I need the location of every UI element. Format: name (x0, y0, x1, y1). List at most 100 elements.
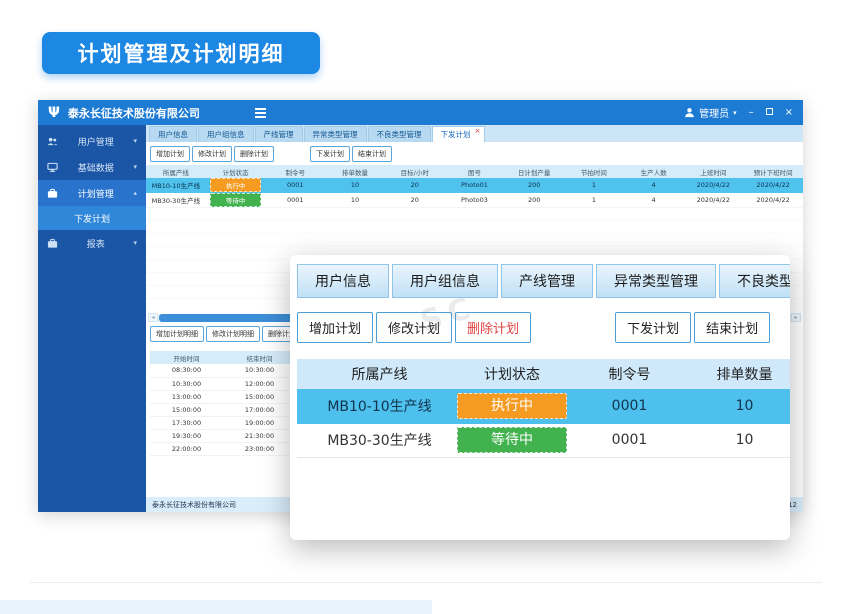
plan-toolbar: 增加计划 修改计划 删除计划 下发计划 结束计划 (146, 142, 803, 165)
column-header: 排单数量 (687, 359, 790, 389)
cell-start-time: 08:30:00 (150, 364, 223, 377)
cell-workers: 4 (624, 193, 684, 208)
page: 计划管理及计划明细 Ψ 泰永长征技术股份有限公司 管理员 ▾ – × (0, 0, 860, 614)
tab-defect-type[interactable]: 不良类型管理 (368, 126, 431, 142)
dispatch-plan-button[interactable]: 下发计划 (310, 146, 350, 162)
table-row[interactable]: 15:00:00 17:00:00 (150, 403, 296, 416)
chevron-down-icon: ▾ (133, 163, 137, 171)
footer-company: 泰永长征技术股份有限公司 (152, 500, 236, 510)
add-plan-detail-button[interactable]: 增加计划明细 (150, 326, 204, 342)
sidebar-item-label: 计划管理 (63, 187, 128, 200)
cell-daily-output: 200 (504, 178, 564, 193)
cell-shift-start: 2020/4/22 (683, 178, 743, 193)
table-row-selected[interactable]: MB10-10生产线 执行中 0001 10 (297, 389, 790, 423)
tab-exception-type[interactable]: 异常类型管理 (304, 126, 367, 142)
status-badge-running: 执行中 (457, 393, 567, 419)
zoom-overlay-panel: SC 用户信息 用户组信息 产线管理 异常类型管理 不良类型管理 增加计划 修改… (290, 255, 790, 540)
cell-end-time: 19:00:00 (223, 416, 296, 429)
cell-workers: 4 (624, 178, 684, 193)
sidebar: 用户管理 ▾ 基础数据 ▾ 计划管理 ▴ 下发计划 (38, 125, 146, 512)
overlay-tab-exception-type[interactable]: 异常类型管理 (596, 264, 716, 298)
table-row[interactable]: 17:30:00 19:00:00 (150, 416, 296, 429)
overlay-add-plan-button[interactable]: 增加计划 (297, 312, 373, 343)
sidebar-item-label: 基础数据 (63, 161, 128, 174)
cell-shift-end: 2020/4/22 (743, 178, 803, 193)
chevron-up-icon: ▴ (133, 189, 137, 197)
empty-row (146, 208, 803, 221)
tab-line-management[interactable]: 产线管理 (255, 126, 303, 142)
column-header: 上班时间 (683, 165, 743, 178)
table-row[interactable]: MB30-30生产线 等待中 0001 10 (297, 423, 790, 457)
cell-end-time: 12:00:00 (223, 377, 296, 390)
cell-drawing-no: Photo01 (445, 178, 505, 193)
column-header: 计划状态 (452, 359, 572, 389)
tab-bar: 用户信息 用户组信息 产线管理 异常类型管理 不良类型管理 下发计划 × (146, 125, 803, 142)
overlay-tab-defect-type[interactable]: 不良类型管理 (719, 264, 790, 298)
cell-end-time: 10:30:00 (223, 364, 296, 377)
cell-line: MB30-30生产线 (146, 193, 206, 208)
sidebar-item-plan-management[interactable]: 计划管理 ▴ (38, 180, 146, 206)
chevron-down-icon: ▾ (133, 137, 137, 145)
minimize-button[interactable]: – (749, 108, 754, 118)
cell-order-no: 0001 (265, 193, 325, 208)
cell-takt-time: 1 (564, 178, 624, 193)
chevron-down-icon: ▾ (133, 239, 137, 247)
briefcase-icon (47, 188, 58, 199)
cell-status: 等待中 (206, 193, 266, 208)
overlay-dispatch-plan-button[interactable]: 下发计划 (615, 312, 691, 343)
bottom-strip (0, 600, 432, 614)
table-row[interactable]: 08:30:00 10:30:00 (150, 364, 296, 377)
overlay-delete-plan-button[interactable]: 删除计划 (455, 312, 531, 343)
table-row[interactable]: 22:00:00 23:00:00 (150, 442, 296, 455)
overlay-tab-bar: 用户信息 用户组信息 产线管理 异常类型管理 不良类型管理 (297, 264, 790, 298)
scroll-right-icon[interactable]: ▸ (791, 313, 801, 322)
table-row[interactable]: MB30-30生产线 等待中 0001 10 20 Photo03 200 1 … (146, 193, 803, 208)
overlay-tab-line-management[interactable]: 产线管理 (501, 264, 593, 298)
cell-order-no: 0001 (572, 389, 687, 423)
tab-user-group-info[interactable]: 用户组信息 (198, 126, 254, 142)
delete-plan-button[interactable]: 删除计划 (234, 146, 274, 162)
detail-table-header-row: 开始时间 结束时间 (150, 351, 296, 364)
sidebar-item-reports[interactable]: 报表 ▾ (38, 230, 146, 256)
sidebar-item-base-data[interactable]: 基础数据 ▾ (38, 154, 146, 180)
tab-user-info[interactable]: 用户信息 (149, 126, 197, 142)
column-header: 日计划产量 (504, 165, 564, 178)
column-header: 生产人数 (624, 165, 684, 178)
column-header: 所属产线 (307, 359, 452, 389)
cell-start-time: 13:00:00 (150, 390, 223, 403)
edit-plan-button[interactable]: 修改计划 (192, 146, 232, 162)
table-row[interactable]: 13:00:00 15:00:00 (150, 390, 296, 403)
overlay-tab-user-info[interactable]: 用户信息 (297, 264, 389, 298)
cell-start-time: 10:30:00 (150, 377, 223, 390)
overlay-tab-user-group-info[interactable]: 用户组信息 (392, 264, 498, 298)
add-plan-button[interactable]: 增加计划 (150, 146, 190, 162)
table-row[interactable]: 10:30:00 12:00:00 (150, 377, 296, 390)
sidebar-item-label: 用户管理 (63, 135, 128, 148)
overlay-finish-plan-button[interactable]: 结束计划 (694, 312, 770, 343)
cell-drawing-no: Photo03 (445, 193, 505, 208)
tab-dispatch-plan[interactable]: 下发计划 × (432, 126, 485, 142)
scroll-left-icon[interactable]: ◂ (148, 313, 158, 322)
table-row-selected[interactable]: MB10-10生产线 执行中 0001 10 20 Photo01 200 1 … (146, 178, 803, 193)
plan-detail-table: 开始时间 结束时间 08:30:00 10:30:00 10:30:00 12:… (150, 351, 296, 456)
overlay-toolbar: 增加计划 修改计划 删除计划 下发计划 结束计划 (297, 312, 790, 343)
hamburger-menu-icon[interactable] (255, 108, 266, 118)
overlay-edit-plan-button[interactable]: 修改计划 (376, 312, 452, 343)
cell-shift-start: 2020/4/22 (683, 193, 743, 208)
maximize-button[interactable] (766, 108, 773, 118)
tab-close-icon[interactable]: × (475, 127, 481, 135)
sidebar-subitem-dispatch-plan[interactable]: 下发计划 (38, 206, 146, 230)
edit-plan-detail-button[interactable]: 修改计划明细 (206, 326, 260, 342)
table-row[interactable]: 19:30:00 21:30:00 (150, 429, 296, 442)
sidebar-subitem-label: 下发计划 (74, 212, 110, 225)
column-header: 开始时间 (150, 351, 223, 364)
page-title-banner: 计划管理及计划明细 (42, 32, 320, 74)
sidebar-item-user-management[interactable]: 用户管理 ▾ (38, 128, 146, 154)
tab-label: 下发计划 (441, 130, 471, 139)
column-header: 制令号 (265, 165, 325, 178)
cell-line: MB30-30生产线 (307, 423, 452, 457)
close-button[interactable]: × (785, 108, 793, 118)
user-menu[interactable]: 管理员 ▾ (684, 105, 737, 120)
column-header: 制令号 (572, 359, 687, 389)
finish-plan-button[interactable]: 结束计划 (352, 146, 392, 162)
